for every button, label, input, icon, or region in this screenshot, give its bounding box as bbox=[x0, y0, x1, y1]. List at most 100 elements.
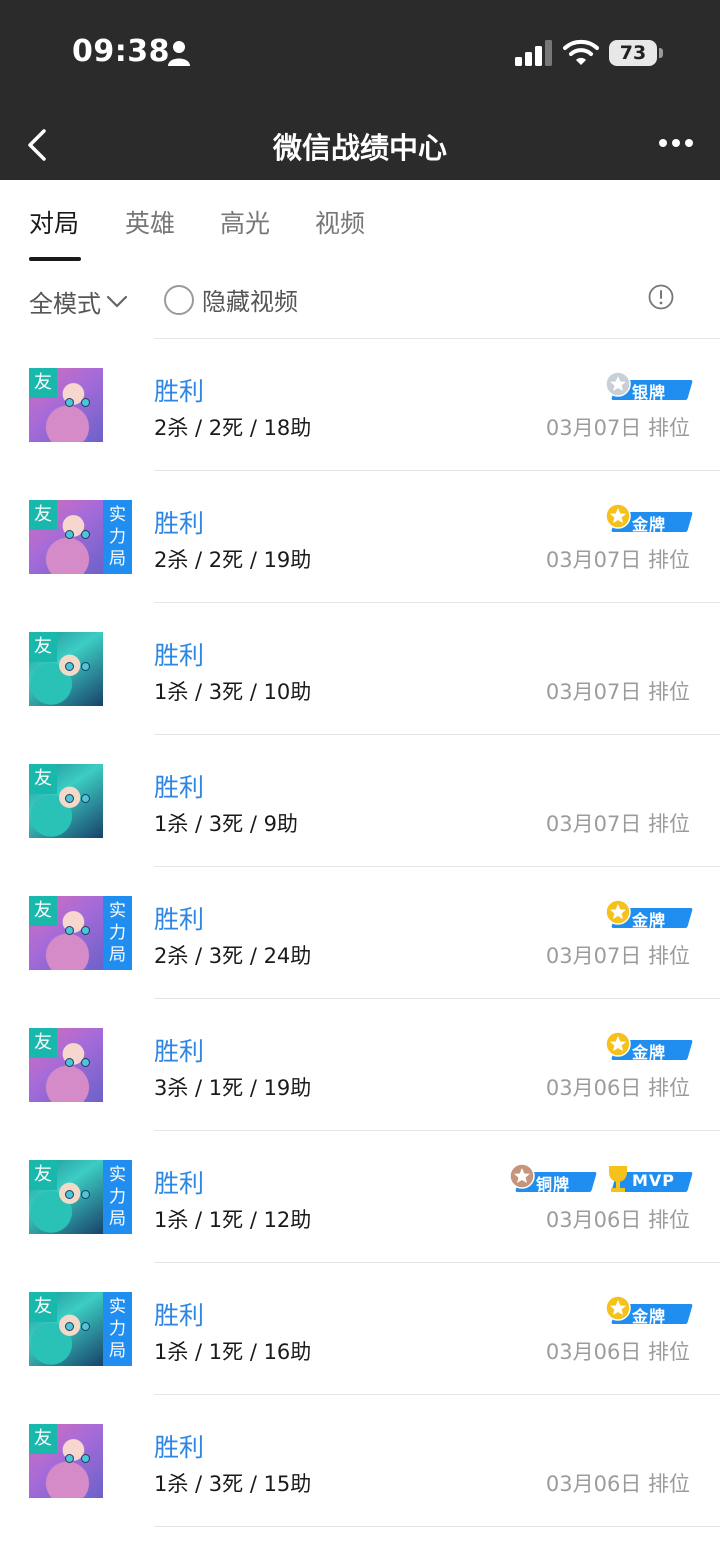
filter-row: 全模式 隐藏视频 bbox=[0, 260, 720, 338]
match-result: 胜利 bbox=[154, 377, 205, 406]
power-match-tag-char: 实 bbox=[109, 901, 126, 921]
power-match-tag: 实力局 bbox=[103, 1160, 132, 1234]
match-row[interactable]: 友 胜利 1杀 / 3死 / 9助 03月07日 排位 bbox=[0, 734, 720, 866]
match-result: 胜利 bbox=[154, 905, 205, 934]
trophy-icon bbox=[609, 1166, 627, 1192]
match-date: 03月07日 bbox=[545, 944, 642, 968]
match-result: 胜利 bbox=[154, 773, 205, 802]
hero-eye bbox=[81, 794, 90, 803]
gold-badge: 金牌 bbox=[602, 503, 693, 534]
hero-eye bbox=[81, 926, 90, 935]
hero-eye bbox=[81, 1058, 90, 1067]
friend-tag: 友 bbox=[29, 500, 57, 530]
chevron-down-icon bbox=[106, 295, 128, 308]
tab-matches[interactable]: 对局 bbox=[29, 204, 79, 240]
battery-indicator: 73 bbox=[609, 40, 657, 66]
battery-cap bbox=[659, 48, 663, 58]
match-date-mode: 03月06日 排位 bbox=[546, 1468, 690, 1498]
match-kda: 2杀 / 3死 / 24助 bbox=[154, 944, 312, 968]
hero-eye bbox=[65, 1190, 74, 1199]
friend-tag: 友 bbox=[29, 1028, 57, 1058]
match-date-mode: 03月07日 排位 bbox=[546, 412, 690, 442]
match-row[interactable]: 友实力局胜利 1杀 / 1死 / 12助 03月06日 排位 MVP 铜牌 bbox=[0, 1130, 720, 1262]
badge-label: 金牌 bbox=[632, 1307, 667, 1326]
match-date: 03月06日 bbox=[545, 1076, 642, 1100]
match-mode: 排位 bbox=[648, 1340, 690, 1364]
tab-highlights[interactable]: 高光 bbox=[220, 204, 270, 240]
match-mode: 排位 bbox=[648, 812, 690, 836]
match-date: 03月07日 bbox=[545, 812, 642, 836]
match-row[interactable]: 友 胜利 3杀 / 1死 / 19助 03月06日 排位 金牌 bbox=[0, 998, 720, 1130]
gold-badge: 金牌 bbox=[602, 899, 693, 930]
hero-eye bbox=[81, 398, 90, 407]
wifi-icon bbox=[563, 39, 599, 65]
match-result: 胜利 bbox=[154, 1037, 205, 1066]
tab-bar: 对局 英雄 高光 视频 bbox=[0, 180, 720, 261]
badge-label: 金牌 bbox=[632, 911, 667, 930]
match-kda: 3杀 / 1死 / 19助 bbox=[154, 1076, 312, 1100]
power-match-tag-char: 力 bbox=[109, 1319, 126, 1339]
friend-tag: 友 bbox=[29, 1160, 57, 1190]
match-mode: 排位 bbox=[648, 680, 690, 704]
match-result: 胜利 bbox=[154, 1301, 205, 1330]
match-mode: 排位 bbox=[648, 1208, 690, 1232]
mode-dropdown[interactable]: 全模式 bbox=[29, 284, 128, 319]
tab-videos[interactable]: 视频 bbox=[315, 204, 365, 240]
match-date-mode: 03月07日 排位 bbox=[546, 544, 690, 574]
match-result: 胜利 bbox=[154, 1169, 205, 1198]
friend-tag: 友 bbox=[29, 1424, 57, 1454]
match-row[interactable]: 友实力局胜利 1杀 / 1死 / 16助 03月06日 排位 金牌 bbox=[0, 1262, 720, 1394]
match-date: 03月06日 bbox=[545, 1472, 642, 1496]
power-match-tag-char: 局 bbox=[109, 1341, 126, 1361]
hero-eye bbox=[65, 398, 74, 407]
match-mode: 排位 bbox=[648, 1076, 690, 1100]
medal-icon bbox=[605, 899, 631, 925]
more-icon[interactable] bbox=[658, 133, 694, 153]
badge-label: 金牌 bbox=[632, 1043, 667, 1062]
match-date-mode: 03月07日 排位 bbox=[546, 940, 690, 970]
hide-video-toggle[interactable]: 隐藏视频 bbox=[164, 282, 298, 317]
mvp-badge: MVP bbox=[602, 1166, 693, 1194]
medal-icon bbox=[605, 1031, 631, 1057]
medal-icon bbox=[509, 1163, 535, 1189]
info-icon[interactable] bbox=[648, 284, 674, 310]
hero-eye bbox=[65, 662, 74, 671]
match-result: 胜利 bbox=[154, 641, 205, 670]
hero-eye bbox=[65, 1058, 74, 1067]
match-date-mode: 03月07日 排位 bbox=[546, 676, 690, 706]
match-mode: 排位 bbox=[648, 944, 690, 968]
match-date: 03月06日 bbox=[545, 1208, 642, 1232]
gold-badge: 金牌 bbox=[602, 1295, 693, 1326]
friend-tag: 友 bbox=[29, 764, 57, 794]
match-mode: 排位 bbox=[648, 1472, 690, 1496]
match-row[interactable]: 友 胜利 1杀 / 3死 / 15助 03月06日 排位 bbox=[0, 1394, 720, 1526]
hide-video-radio[interactable] bbox=[164, 284, 194, 315]
person-icon bbox=[168, 41, 190, 66]
badge-label: MVP bbox=[632, 1171, 676, 1190]
power-match-tag-char: 实 bbox=[109, 505, 126, 525]
match-row[interactable]: 友实力局胜利 2杀 / 2死 / 19助 03月07日 排位 金牌 bbox=[0, 470, 720, 602]
match-row[interactable]: 友 胜利 1杀 / 3死 / 10助 03月07日 排位 bbox=[0, 602, 720, 734]
match-date: 03月07日 bbox=[545, 680, 642, 704]
badge-label: 金牌 bbox=[632, 515, 667, 534]
nav-bar: 微信战绩中心 bbox=[0, 105, 720, 180]
match-kda: 1杀 / 3死 / 10助 bbox=[154, 680, 312, 704]
match-row[interactable]: 友实力局胜利 2杀 / 3死 / 24助 03月07日 排位 金牌 bbox=[0, 866, 720, 998]
power-match-tag-char: 局 bbox=[109, 1209, 126, 1229]
friend-tag: 友 bbox=[29, 896, 57, 926]
status-time: 09:38 bbox=[72, 34, 170, 69]
match-mode: 排位 bbox=[648, 416, 690, 440]
signal-icon bbox=[515, 40, 552, 66]
bronze-badge: 铜牌 bbox=[506, 1163, 597, 1194]
match-date-mode: 03月06日 排位 bbox=[546, 1336, 690, 1366]
tab-heroes[interactable]: 英雄 bbox=[125, 204, 175, 240]
match-row[interactable]: 友 胜利 2杀 / 2死 / 18助 03月07日 排位 银牌 bbox=[0, 338, 720, 470]
medal-icon bbox=[605, 1295, 631, 1321]
status-bar: 09:38 73 bbox=[0, 0, 720, 105]
hero-eye bbox=[65, 926, 74, 935]
hide-video-label: 隐藏视频 bbox=[202, 288, 298, 316]
hero-eye bbox=[81, 1454, 90, 1463]
match-kda: 1杀 / 1死 / 16助 bbox=[154, 1340, 312, 1364]
friend-tag: 友 bbox=[29, 632, 57, 662]
badge-label: 银牌 bbox=[632, 383, 667, 402]
